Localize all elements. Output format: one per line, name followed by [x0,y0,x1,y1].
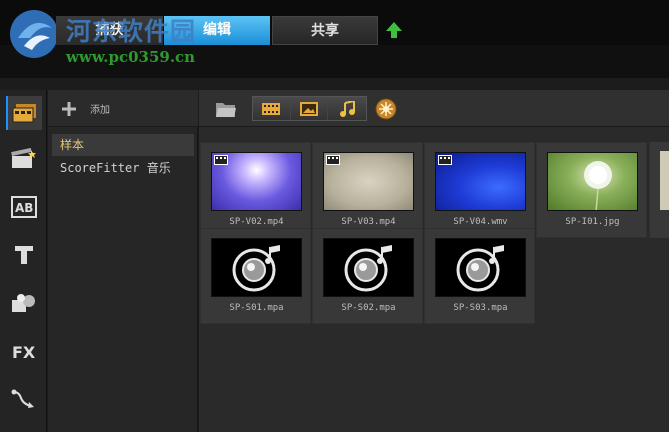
photo-filter-icon [300,101,318,116]
show-photos-button[interactable] [290,97,329,120]
clip-sp-v03[interactable]: SP-V03.mp4 [312,142,423,238]
clip-name: SP-S03.mpa [453,303,508,313]
clip-thumbnail [323,238,414,297]
media-filter-group [252,96,367,121]
video-clip-icon [326,155,340,165]
clip-sp-i01[interactable]: SP-I01.jpg [536,142,647,238]
show-music-button[interactable] [328,97,366,120]
clip-name: SP-I01.jpg [565,217,620,227]
audio-clip-icon [344,244,392,291]
clip-thumbnail-partial [660,151,669,210]
clapper-icon [11,148,36,168]
motion-path-icon [11,389,34,408]
video-clip-icon [438,155,452,165]
instant-project-tool-button[interactable] [6,142,42,176]
clip-name: SP-S02.mpa [341,303,396,313]
folder-icon[interactable] [215,99,237,119]
add-icon[interactable] [62,102,76,116]
video-clip-icon [214,155,228,165]
clip-thumbnail [211,238,302,297]
library-panel: 添加 样本 ScoreFitter 音乐 [48,90,198,432]
media-tool-button[interactable] [6,96,42,130]
clip-sp-v04[interactable]: SP-V04.wmv [424,142,535,238]
library-item-samples[interactable]: 样本 [52,134,194,156]
clip-sp-s02[interactable]: SP-S02.mpa [312,228,423,324]
svg-text:AB: AB [15,201,33,215]
audio-clip-icon [456,244,504,291]
motion-path-tool-button[interactable] [6,382,42,416]
dandelion-image [584,161,612,210]
top-bar: 捕获 编辑 共享 河东软件园 www.pc0359.cn [0,0,669,78]
watermark-title: 河东软件园 [66,17,197,46]
svg-text:FX: FX [12,343,36,362]
clip-thumbnail [323,152,414,211]
clip-thumbnail [435,152,526,211]
clip-thumbnail [435,238,526,297]
clip-partial-next[interactable] [649,142,669,238]
ab-transition-icon: AB [11,196,37,218]
library-item-scorefitter[interactable]: ScoreFitter 音乐 [52,157,194,179]
left-toolbar: AB FX [0,90,47,432]
transition-tool-button[interactable]: AB [6,190,42,224]
clip-name: SP-V03.mp4 [341,217,396,227]
clip-name: SP-V04.wmv [453,217,508,227]
clip-sp-v02[interactable]: SP-V02.mp4 [200,142,311,238]
watermark-logo-icon [10,10,58,58]
clip-name: SP-V02.mp4 [229,217,284,227]
music-filter-icon [340,100,356,117]
clip-sp-s03[interactable]: SP-S03.mpa [424,228,535,324]
video-filter-icon [262,102,281,115]
filter-fx-tool-button[interactable]: FX [6,334,42,368]
sort-options-icon[interactable] [375,98,397,120]
graphics-icon [12,294,35,312]
fx-icon: FX [12,343,36,362]
title-tool-button[interactable] [6,238,42,272]
clip-thumbnail [211,152,302,211]
clip-sp-s01[interactable]: SP-S01.mpa [200,228,311,324]
add-button-label[interactable]: 添加 [90,101,110,116]
content-toolbar [199,90,669,127]
show-videos-button[interactable] [253,97,291,120]
media-icon [12,104,36,123]
clip-name: SP-S01.mpa [229,303,284,313]
title-t-icon [15,246,33,264]
tab-share[interactable]: 共享 [272,16,378,45]
audio-clip-icon [232,244,280,291]
watermark-url: www.pc0359.cn [66,48,196,66]
graphics-tool-button[interactable] [6,286,42,320]
clip-thumbnail [547,152,638,211]
upload-arrow-icon[interactable] [385,21,403,39]
media-content-area: SP-V02.mp4 SP-V03.mp4 SP-V04.wmv SP-I01.… [199,90,669,432]
library-header: 添加 [48,90,198,127]
